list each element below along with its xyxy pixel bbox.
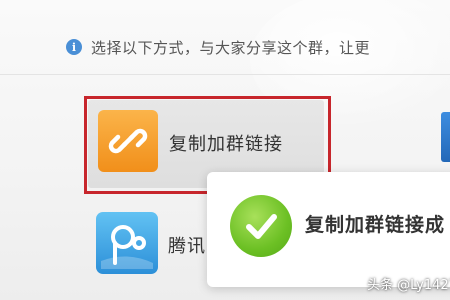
share-instruction-text: 选择以下方式，与大家分享这个群，让更	[91, 38, 371, 57]
tencent-weibo-icon[interactable]	[96, 212, 158, 274]
next-option-tile[interactable]	[441, 112, 450, 162]
toast-message: 复制加群链接成	[305, 214, 446, 236]
copy-group-link-label[interactable]: 复制加群链接	[169, 130, 283, 156]
share-instruction: i 选择以下方式，与大家分享这个群，让更	[66, 36, 370, 58]
check-circle-icon	[230, 195, 292, 257]
link-icon[interactable]	[98, 110, 158, 172]
watermark: 头条 @Ly1427	[367, 278, 450, 293]
share-group-panel: i 选择以下方式，与大家分享这个群，让更 复制加群链接 腾讯 复制加群链接成 头…	[0, 0, 450, 300]
info-icon: i	[66, 39, 82, 55]
tencent-weibo-label[interactable]: 腾讯	[168, 232, 206, 258]
divider	[0, 74, 450, 75]
